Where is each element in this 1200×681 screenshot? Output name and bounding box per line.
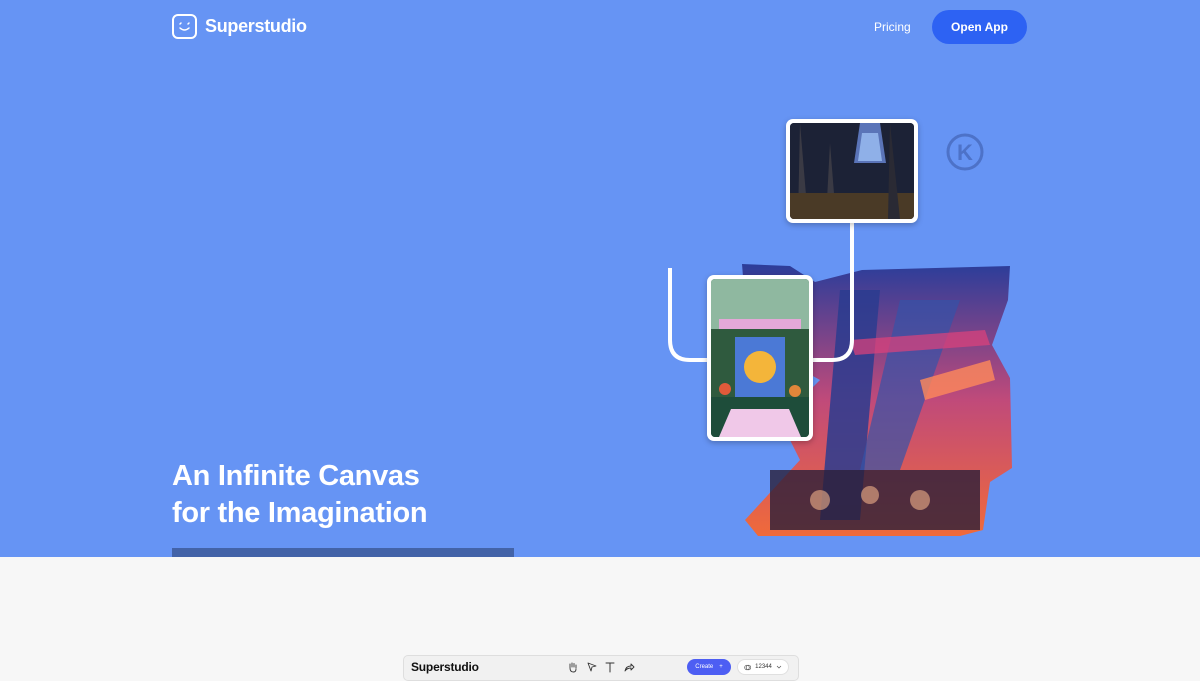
create-label: Create [695, 664, 714, 670]
headline-line-1: An Infinite Canvas [172, 460, 420, 492]
headline-line-2: for the Imagination [172, 497, 428, 529]
text-icon[interactable] [604, 661, 616, 673]
hero-progress-bar [172, 548, 514, 557]
app-preview-brand: Superstudio [411, 660, 479, 674]
cathedral-image-card [786, 119, 918, 223]
smiley-logo-icon [172, 14, 197, 39]
open-app-button[interactable]: Open App [932, 10, 1027, 44]
brand-logo[interactable]: Superstudio [172, 14, 307, 39]
create-button[interactable]: Create + [687, 659, 731, 675]
hand-icon[interactable] [567, 661, 579, 673]
credits-value: 12344 [755, 664, 772, 670]
pointer-icon[interactable] [586, 661, 598, 673]
app-preview-toolbar: Superstudio Create + 12344 [403, 655, 799, 681]
brand-name: Superstudio [205, 16, 307, 36]
pricing-link[interactable]: Pricing [874, 20, 911, 34]
coins-icon [744, 664, 752, 670]
hero-headline: An Infinite Canvas for the Imagination [172, 458, 428, 532]
svg-text:K: K [957, 140, 973, 165]
garden-archway-image-card [707, 275, 813, 441]
hero-section: K Superstudio Pricing Open App An Infini… [0, 0, 1200, 557]
credits-dropdown[interactable]: 12344 [737, 659, 789, 675]
chevron-down-icon [776, 665, 782, 669]
share-icon[interactable] [623, 661, 635, 673]
top-nav: Superstudio Pricing Open App [0, 0, 1200, 56]
plus-icon: + [719, 664, 723, 670]
